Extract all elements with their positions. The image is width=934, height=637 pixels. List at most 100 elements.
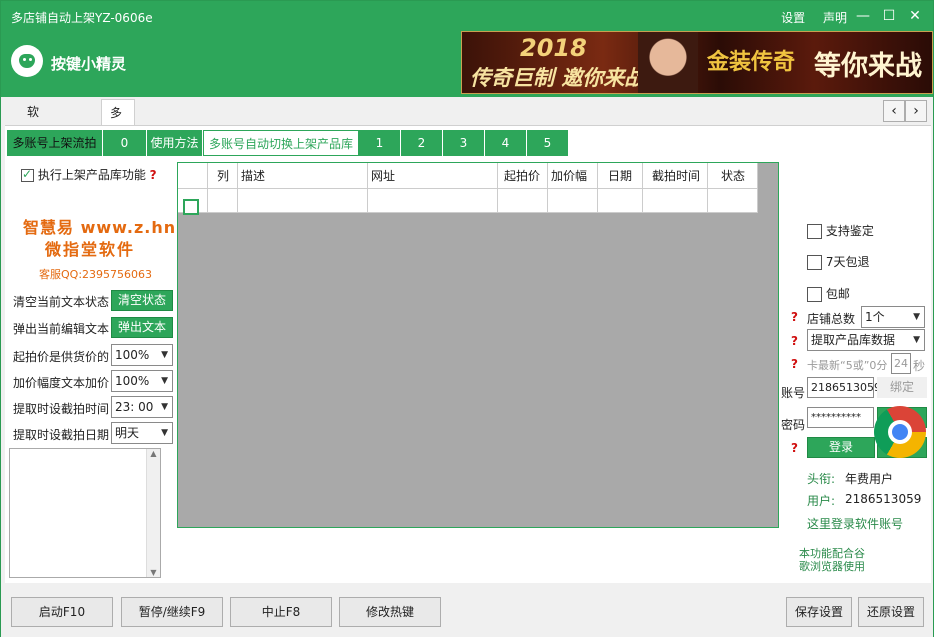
col-cutoff-time[interactable]: 截拍时间 [643,163,708,189]
cutoff-date-label: 提取时设截拍日期 [13,428,110,442]
increment-select[interactable]: 100% ▼ [111,370,173,392]
help-icon[interactable]: ? [791,334,798,348]
login-hint: 这里登录软件账号 [807,517,904,531]
chevron-left-icon[interactable]: ‹ [883,100,905,122]
table-row[interactable] [178,189,758,215]
banner-character-icon [638,32,698,93]
cutoff-time-select[interactable]: 23: 00 ▼ [111,396,173,418]
col-increment[interactable]: 加价幅度 [548,163,598,209]
row-cell [708,189,758,213]
row-cell [548,189,598,213]
start-button[interactable]: 启动F10 [11,597,113,627]
help-icon[interactable]: ? [150,168,157,182]
title-bar: 多店铺自动上架YZ-0606e 设置 声明 — ☐ ✕ 按键小精灵 2018 传… [1,1,933,97]
subtab-auto-switch[interactable]: 多账号自动切换上架产品库 [203,130,359,156]
col-description[interactable]: 描述 [238,163,368,189]
free-shipping-option[interactable]: 包邮 [807,285,850,302]
promo-line-1: 智慧易 www.z.hn [23,218,177,237]
password-label: 密码 [781,418,806,432]
login-button[interactable]: 登录 [807,437,875,458]
chrome-browser-icon[interactable] [874,406,926,458]
minimize-icon[interactable]: — [851,5,875,27]
user-value: 2186513059 [845,492,922,506]
title-label: 头衔: [807,472,836,486]
col-select [178,163,208,189]
popup-text-label: 弹出当前编辑文本 [13,322,110,336]
grid-header: 列 描述 网址 起拍价 加价幅度 日期 截拍时间 状态 [178,163,758,209]
row-cell [368,189,498,213]
support-appraisal-option[interactable]: 支持鉴定 [807,222,874,239]
subtab-usage[interactable]: 使用方法 [147,130,203,156]
log-textarea[interactable]: ▲ ▼ [9,448,161,578]
start-price-value: 100% [115,348,150,362]
scroll-down-icon[interactable]: ▼ [147,568,160,577]
chevron-right-icon[interactable]: › [905,100,927,122]
log-scrollbar[interactable]: ▲ ▼ [146,449,160,577]
col-start-price[interactable]: 起拍价 [498,163,548,189]
account-label: 账号 [781,386,806,400]
cutoff-time-label: 提取时设截拍时间 [13,402,110,416]
window-title: 多店铺自动上架YZ-0606e [11,11,153,25]
title-value: 年费用户 [845,472,894,486]
help-icon[interactable]: ? [791,357,798,371]
chevron-down-icon: ▼ [161,402,168,412]
pause-resume-button[interactable]: 暂停/继续F9 [121,597,223,627]
close-icon[interactable]: ✕ [903,5,927,27]
col-url[interactable]: 网址 [368,163,498,189]
card-latest-label: 卡最新“5或”0分 [807,359,888,372]
subtab-2[interactable]: 2 [401,130,443,156]
exec-product-lib[interactable]: 执行上架产品库功能 ? [21,166,157,183]
clear-status-button[interactable]: 清空状态 [111,290,173,311]
seven-day-return-checkbox[interactable] [807,255,822,270]
popup-text-button[interactable]: 弹出文本 [111,317,173,338]
cutoff-date-value: 明天 [115,426,140,440]
subtab-multi-account-auction[interactable]: 多账号上架流拍 [7,130,103,156]
subtab-1[interactable]: 1 [359,130,401,156]
cutoff-date-select[interactable]: 明天 ▼ [111,422,173,444]
promo-line-2: 微指堂软件 [45,240,136,259]
support-appraisal-label: 支持鉴定 [825,224,874,238]
seven-day-return-option[interactable]: 7天包退 [807,253,869,270]
row-checkbox[interactable] [183,198,199,215]
statement-link[interactable]: 声明 [823,11,847,25]
tab-software-info[interactable]: 软件说明 [19,99,47,197]
subtab-5[interactable]: 5 [527,130,569,156]
bottom-toolbar: 启动F10 暂停/继续F9 中止F8 修改热键 保存设置 还原设置 [1,585,933,637]
subtab-0[interactable]: 0 [103,130,147,156]
row-cell [498,189,548,213]
edit-hotkey-button[interactable]: 修改热键 [339,597,441,627]
seconds-unit: 秒 [913,359,926,373]
account-input[interactable]: 2186513059 [807,377,881,398]
browser-hint-2: 歌浏览器使用 [799,560,865,573]
fetch-data-select[interactable]: 提取产品库数据 ▼ [807,329,925,351]
col-index[interactable]: 列 [208,163,238,189]
restore-settings-button[interactable]: 还原设置 [858,597,924,627]
shop-count-value: 1个 [865,310,885,324]
subtab-3[interactable]: 3 [443,130,485,156]
password-input[interactable]: ********** [807,407,874,428]
shop-count-select[interactable]: 1个 ▼ [861,306,925,328]
banner-game-name: 金装传奇 [707,50,796,75]
save-settings-button[interactable]: 保存设置 [786,597,852,627]
product-grid[interactable]: 列 描述 网址 起拍价 加价幅度 日期 截拍时间 状态 [177,162,779,528]
subtab-4[interactable]: 4 [485,130,527,156]
help-icon[interactable]: ? [791,441,798,455]
settings-link[interactable]: 设置 [781,11,805,25]
bind-button[interactable]: 绑定 [877,377,927,398]
stop-button[interactable]: 中止F8 [230,597,332,627]
seven-day-return-label: 7天包退 [825,255,870,269]
scroll-up-icon[interactable]: ▲ [147,449,160,458]
tab-multi-shop[interactable]: 多店铺自动上架YZ [101,99,135,302]
seconds-input[interactable]: 24 [891,353,911,374]
banner-left-text: 传奇巨制 邀你来战 [470,66,646,90]
chevron-down-icon: ▼ [913,312,920,322]
maximize-icon[interactable]: ☐ [877,5,901,27]
free-shipping-checkbox[interactable] [807,287,822,302]
col-status[interactable]: 状态 [708,163,758,189]
start-price-select[interactable]: 100% ▼ [111,344,173,366]
col-date[interactable]: 日期 [598,163,643,189]
support-appraisal-checkbox[interactable] [807,224,822,239]
help-icon[interactable]: ? [791,310,798,324]
exec-checkbox[interactable] [21,167,34,182]
ad-banner[interactable]: 2018 传奇巨制 邀你来战 金装传奇 等你来战 [461,31,933,94]
